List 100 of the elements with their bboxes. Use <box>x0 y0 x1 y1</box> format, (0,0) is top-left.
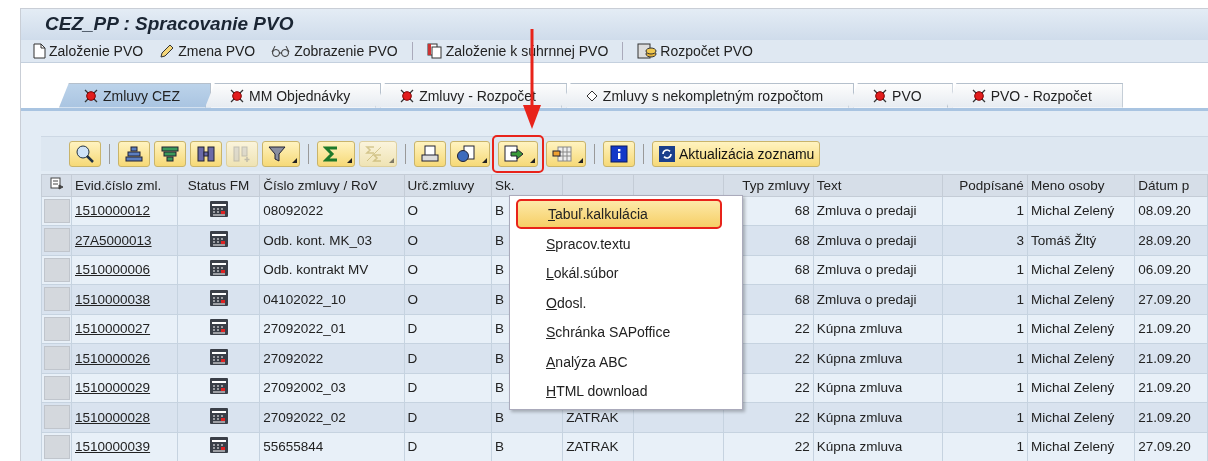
menu-item[interactable]: Lokál.súbor <box>510 259 742 289</box>
toolbar-button[interactable] <box>498 140 538 167</box>
table-cell: D <box>407 350 418 366</box>
toolbar-button[interactable]: Zmena PVO <box>157 40 258 61</box>
tab[interactable]: Zmluvy s nekompletným rozpočtom <box>560 82 855 108</box>
table-cell: D <box>407 439 418 455</box>
funnel-icon <box>268 144 286 163</box>
table-cell: 06.09.20 <box>1138 262 1191 278</box>
status-icon <box>208 377 229 396</box>
table-cell: 27092022 <box>263 350 324 366</box>
table-cell: 22 <box>794 380 810 396</box>
menu-item[interactable]: HTML download <box>510 377 742 407</box>
info-icon <box>610 144 628 163</box>
table-cell: Michal Zelený <box>1030 203 1115 219</box>
table-cell: 21.09.20 <box>1138 380 1191 396</box>
table-cell: 1 <box>1016 409 1024 425</box>
table-cell: D <box>407 380 418 396</box>
toolbar-button[interactable] <box>190 140 222 167</box>
table-cell: 55655844 <box>263 439 324 455</box>
column-header[interactable]: Evid.číslo zml. <box>71 174 178 196</box>
table-cell: B <box>494 409 504 425</box>
tab[interactable]: MM Objednávky <box>205 82 382 108</box>
table-cell: B <box>494 203 504 219</box>
refresh-icon <box>658 144 676 163</box>
table-cell: Kúpna zmluva <box>816 439 903 455</box>
column-header[interactable]: Urč.zmluvy <box>404 174 492 196</box>
toolbar-button[interactable] <box>546 140 586 167</box>
binoculars-plus-icon <box>232 144 252 163</box>
table-cell: D <box>407 409 418 425</box>
toolbar-button[interactable] <box>154 140 186 167</box>
table-cell: 21.09.20 <box>1138 350 1191 366</box>
menu-item[interactable]: Schránka SAPoffice <box>510 318 742 348</box>
toolbar-button[interactable] <box>118 140 150 167</box>
toolbar-button[interactable] <box>262 140 300 167</box>
refresh-button[interactable]: Aktualizácia zoznamu <box>652 140 821 167</box>
toolbar-button[interactable] <box>317 140 355 167</box>
table-cell: Michal Zelený <box>1030 409 1115 425</box>
table-cell: Tomáš Žltý <box>1030 232 1097 248</box>
tab[interactable]: PVO - Rozpočet <box>946 82 1123 108</box>
toolbar-button[interactable]: Založenie PVO <box>31 40 146 61</box>
table-cell: 1 <box>1016 350 1024 366</box>
table-cell: B <box>494 350 504 366</box>
table-cell: 68 <box>794 203 810 219</box>
column-header[interactable]: Podpísané <box>942 174 1028 196</box>
tab[interactable]: PVO <box>848 82 953 108</box>
table-cell: O <box>407 262 418 278</box>
table-cell: Michal Zelený <box>1030 321 1115 337</box>
table-cell: Michal Zelený <box>1030 439 1115 455</box>
caret-icon <box>482 157 487 163</box>
table-cell: 08092022 <box>263 203 324 219</box>
printer-icon <box>421 144 439 163</box>
table-cell: 68 <box>794 232 810 248</box>
status-light-icon <box>873 88 888 103</box>
toolbar-button[interactable] <box>450 140 490 167</box>
magnifier-icon <box>75 143 95 164</box>
toolbar-button[interactable] <box>69 140 101 167</box>
tab[interactable]: Zmluvy CEZ <box>59 82 211 108</box>
table-cell: Zmluva o predaji <box>816 262 917 278</box>
status-icon <box>208 318 229 337</box>
table-cell: 27.09.20 <box>1138 439 1191 455</box>
glasses-icon <box>271 43 292 58</box>
status-icon <box>208 436 229 455</box>
column-header[interactable]: Číslo zmluvy / RoV <box>259 174 404 196</box>
menu-item[interactable]: Analýza ABC <box>510 347 742 377</box>
views-icon <box>456 144 476 163</box>
table-cell: 1 <box>1016 321 1024 337</box>
table-cell: 27.09.20 <box>1138 291 1191 307</box>
table-cell: 3 <box>1016 232 1024 248</box>
table-cell: Kúpna zmluva <box>816 380 903 396</box>
table-cell: Michal Zelený <box>1030 350 1115 366</box>
table-cell: 27092002_03 <box>263 380 346 396</box>
table-cell: B <box>494 291 504 307</box>
status-light-icon <box>84 88 98 103</box>
table-cell: 22 <box>794 439 810 455</box>
table-cell: O <box>407 232 418 248</box>
menu-item[interactable]: Spracov.textu <box>510 229 742 259</box>
table-cell: 22 <box>794 350 810 366</box>
column-header[interactable]: Text <box>813 174 943 196</box>
toolbar-button[interactable]: Zobrazenie PVO <box>269 40 400 61</box>
column-header[interactable]: Dátum p <box>1134 174 1208 196</box>
menu-item[interactable]: Odosl. <box>510 288 742 318</box>
table-cell: Odb. kontrakt MV <box>263 262 369 278</box>
column-header[interactable]: Meno osoby <box>1027 174 1135 196</box>
table-cell: 27092022_02 <box>263 409 346 425</box>
column-header[interactable]: Sk. <box>491 174 563 196</box>
toolbar-button[interactable]: Rozpočet PVO <box>635 39 755 62</box>
status-icon <box>208 259 229 278</box>
toolbar-button[interactable] <box>603 140 635 167</box>
table-cell: 04102022_10 <box>263 291 346 307</box>
table-cell: Kúpna zmluva <box>816 409 903 425</box>
column-header[interactable]: Status FM <box>177 174 260 196</box>
menu-item[interactable]: Tabuľ.kalkulácia <box>516 198 722 229</box>
table-cell: Zmluva o predaji <box>816 203 917 219</box>
pencil-icon <box>159 42 176 59</box>
column-header[interactable]: Typ zmluvy <box>723 174 814 196</box>
select-all-cell[interactable] <box>41 174 72 196</box>
document-icon <box>33 42 46 59</box>
table-cell: 1 <box>1016 291 1024 307</box>
table-cell: B <box>494 232 504 248</box>
table-cell: Odb. kont. MK_03 <box>263 232 373 248</box>
